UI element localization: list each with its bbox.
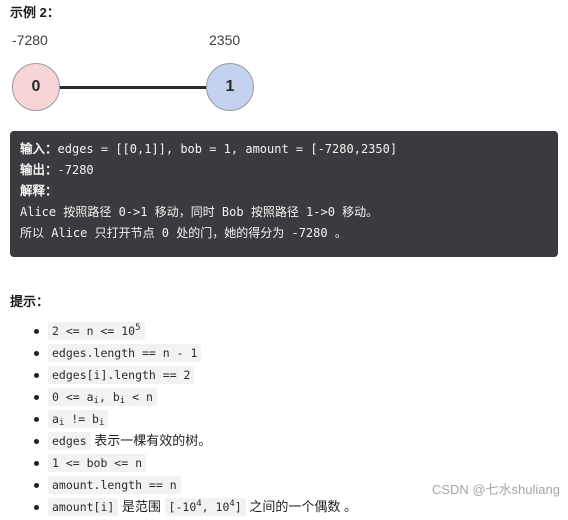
node-1-amount-label: 2350 bbox=[209, 32, 241, 48]
list-item: edges.length == n - 1 bbox=[34, 342, 568, 364]
list-item: edges 表示一棵有效的树。 bbox=[34, 430, 568, 452]
constraint-range-code: [-104, 104] bbox=[164, 498, 246, 516]
output-label: 输出： bbox=[20, 163, 58, 177]
code-line-explain-1: Alice 按照路径 0->1 移动，同时 Bob 按照路径 1->0 移动。 bbox=[20, 205, 379, 219]
graph-edge-0-1 bbox=[58, 86, 210, 89]
example-codeblock: 输入：edges = [[0,1]], bob = 1, amount = [-… bbox=[10, 131, 558, 257]
code-line-explain-2: 所以 Alice 只打开节点 0 处的门，她的得分为 -7280 。 bbox=[20, 226, 347, 240]
constraint-code: ai != bi bbox=[48, 410, 109, 428]
node-0-amount-label: -7280 bbox=[12, 32, 48, 48]
list-item: 2 <= n <= 105 bbox=[34, 320, 568, 342]
constraint-code: amount.length == n bbox=[48, 476, 181, 494]
constraint-code: 2 <= n <= 105 bbox=[48, 322, 145, 340]
code-line-input: 输入：edges = [[0,1]], bob = 1, amount = [-… bbox=[20, 139, 548, 160]
constraint-code: edges[i].length == 2 bbox=[48, 366, 195, 384]
constraint-code: edges.length == n - 1 bbox=[48, 344, 202, 362]
explain-label: 解释： bbox=[20, 184, 58, 198]
list-item: amount[i] 是范围 [-104, 104] 之间的一个偶数 。 bbox=[34, 496, 568, 518]
constraint-text: 是范围 bbox=[118, 499, 165, 514]
code-line-explain-label: 解释： bbox=[20, 181, 548, 202]
watermark: CSDN @七水shuliang bbox=[431, 482, 560, 497]
code-line-output: 输出：-7280 bbox=[20, 160, 548, 181]
list-item: 1 <= bob <= n bbox=[34, 452, 568, 474]
output-value: -7280 bbox=[57, 163, 94, 177]
constraint-code: 1 <= bob <= n bbox=[48, 454, 147, 472]
constraint-code: edges bbox=[48, 432, 91, 450]
example-title: 示例 2： bbox=[10, 5, 60, 20]
graph-node-0: 0 bbox=[12, 63, 60, 111]
constraint-code: amount[i] bbox=[48, 498, 119, 516]
list-item: ai != bi bbox=[34, 408, 568, 430]
graph-node-1: 1 bbox=[206, 63, 254, 111]
list-item: 0 <= ai, bi < n bbox=[34, 386, 568, 408]
graph-figure: -7280 2350 0 1 bbox=[0, 32, 300, 124]
input-value: edges = [[0,1]], bob = 1, amount = [-728… bbox=[57, 142, 398, 156]
input-label: 输入： bbox=[20, 142, 58, 156]
constraint-code: 0 <= ai, bi < n bbox=[48, 388, 157, 406]
constraint-text: 表示一棵有效的树。 bbox=[90, 433, 212, 448]
document-page: 示例 2： -7280 2350 0 1 输入：edges = [[0,1]],… bbox=[0, 0, 568, 516]
list-item: edges[i].length == 2 bbox=[34, 364, 568, 386]
constraint-text-2: 之间的一个偶数 。 bbox=[245, 499, 357, 514]
tips-title: 提示： bbox=[10, 294, 50, 309]
